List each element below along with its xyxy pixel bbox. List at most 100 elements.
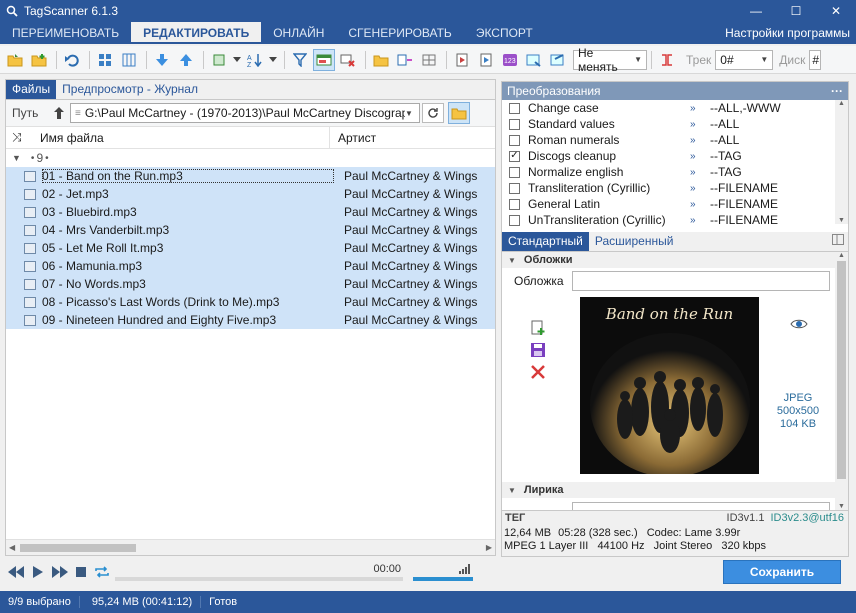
numbering-icon[interactable]: 123 (499, 49, 521, 71)
folder-icon[interactable] (370, 49, 392, 71)
image-import-icon[interactable] (523, 49, 545, 71)
editor-scrollbar[interactable]: ▲ ▼ (835, 252, 848, 510)
file-row[interactable]: 02 - Jet.mp3 Paul McCartney & Wings (6, 185, 495, 203)
scrollbar-thumb[interactable] (20, 544, 136, 552)
transform-item[interactable]: UnTransliteration (Cyrillic) » --FILENAME (502, 212, 848, 228)
undo-icon[interactable] (61, 49, 83, 71)
settings-link[interactable]: Настройки программы (725, 22, 856, 44)
transform-checkbox[interactable] (509, 134, 520, 146)
covers-section-header[interactable]: ▼ Обложки (502, 252, 848, 268)
add-cover-icon[interactable] (530, 320, 546, 339)
browse-folder-icon[interactable] (448, 102, 470, 124)
file-row[interactable]: 06 - Mamunia.mp3 Paul McCartney & Wings (6, 257, 495, 275)
export-file-icon[interactable] (475, 49, 497, 71)
transform-checkbox[interactable] (509, 198, 520, 210)
scrollbar-thumb[interactable] (837, 261, 846, 479)
transform-item[interactable]: Standard values » --ALL (502, 116, 848, 132)
chevron-down-icon[interactable] (268, 49, 278, 71)
volume-slider[interactable] (413, 563, 473, 583)
track-select[interactable]: 0# ▼ (715, 49, 774, 70)
file-row[interactable]: 01 - Band on the Run.mp3 Paul McCartney &… (6, 167, 495, 185)
open-folder-icon[interactable] (4, 49, 26, 71)
transform-item[interactable]: Transliteration (Cyrillic) » --FILENAME (502, 180, 848, 196)
tab-online[interactable]: ОНЛАЙН (261, 22, 336, 44)
play-file-icon[interactable] (451, 49, 473, 71)
file-row[interactable]: 04 - Mrs Vanderbilt.mp3 Paul McCartney & … (6, 221, 495, 239)
seek-bar[interactable]: 00:00 (115, 563, 403, 583)
transform-checkbox-checked[interactable]: ✓ (509, 150, 520, 162)
file-row[interactable]: 08 - Picasso's Last Words (Drink to Me).… (6, 293, 495, 311)
merge-icon[interactable] (656, 49, 678, 71)
tab-edit[interactable]: РЕДАКТИРОВАТЬ (131, 22, 262, 44)
file-row[interactable]: 05 - Let Me Roll It.mp3 Paul McCartney & … (6, 239, 495, 257)
tag-panel-toggle-icon[interactable] (313, 48, 335, 71)
tab-generate[interactable]: СГЕНЕРИРОВАТЬ (336, 22, 463, 44)
more-options-icon[interactable]: ··· (831, 84, 843, 98)
arrow-down-icon[interactable] (151, 49, 173, 71)
tag-version-v1[interactable]: ID3v1.1 (727, 512, 765, 524)
transform-item[interactable]: Normalize english » --TAG (502, 164, 848, 180)
select-icon[interactable] (208, 49, 230, 71)
transforms-scrollbar[interactable]: ▲ ▼ (835, 100, 848, 224)
file-row[interactable]: 07 - No Words.mp3 Paul McCartney & Wings (6, 275, 495, 293)
panel-layout-icon[interactable] (832, 234, 844, 248)
scroll-down-icon[interactable]: ▼ (835, 217, 848, 224)
save-button[interactable]: Сохранить (723, 560, 841, 584)
collapse-icon[interactable]: ▼ (12, 153, 21, 163)
mode-select[interactable]: Не менять ▼ (573, 46, 647, 74)
path-input[interactable]: ≡ G:\Paul McCartney - (1970-2013)\Paul M… (70, 103, 420, 123)
save-cover-icon[interactable] (530, 342, 546, 361)
tab-standard[interactable]: Стандартный (502, 232, 589, 251)
scroll-left-icon[interactable]: ◀ (9, 543, 15, 552)
tab-extended[interactable]: Расширенный (589, 232, 680, 251)
cover-description-input[interactable] (572, 271, 830, 291)
scroll-down-icon[interactable]: ▼ (835, 503, 848, 510)
columns-icon[interactable] (118, 49, 140, 71)
delete-cover-icon[interactable] (530, 364, 546, 383)
grid-view-icon[interactable] (94, 49, 116, 71)
transform-checkbox[interactable] (509, 214, 520, 226)
tab-preview-log[interactable]: Предпросмотр - Журнал (56, 80, 204, 99)
arrow-up-icon[interactable] (175, 49, 197, 71)
repeat-icon[interactable] (91, 565, 113, 581)
grid-icon[interactable] (418, 49, 440, 71)
eye-icon[interactable] (790, 318, 808, 333)
transform-checkbox[interactable] (509, 102, 520, 114)
chevron-down-icon[interactable]: ▼ (405, 109, 419, 118)
refresh-icon[interactable] (422, 103, 444, 123)
transform-checkbox[interactable] (509, 166, 520, 178)
transform-checkbox[interactable] (509, 118, 520, 130)
scroll-right-icon[interactable]: ▶ (486, 543, 492, 552)
image-export-icon[interactable] (547, 49, 569, 71)
filter-icon[interactable] (289, 49, 311, 71)
maximize-button[interactable]: ☐ (776, 0, 816, 22)
column-filename[interactable]: Имя файла (6, 126, 330, 149)
remove-tag-icon[interactable] (337, 49, 359, 71)
lyrics-input[interactable] (572, 502, 830, 510)
transform-item[interactable]: Roman numerals » --ALL (502, 132, 848, 148)
shuffle-icon[interactable]: ⤨ (12, 130, 22, 145)
transform-checkbox[interactable] (509, 182, 520, 194)
scroll-up-icon[interactable]: ▲ (835, 100, 848, 107)
add-folder-icon[interactable] (28, 49, 50, 71)
transform-item[interactable]: ✓ Discogs cleanup » --TAG (502, 148, 848, 164)
group-header[interactable]: ▼ • 9 • (6, 149, 495, 167)
transform-item[interactable]: Change case » --ALL,-WWW (502, 100, 848, 116)
fast-forward-icon[interactable] (49, 565, 71, 581)
arrow-up-icon[interactable] (48, 107, 70, 119)
close-button[interactable]: ✕ (816, 0, 856, 22)
chevron-down-icon[interactable] (232, 49, 242, 71)
disc-select[interactable]: # (809, 49, 822, 70)
tab-files[interactable]: Файлы (6, 80, 57, 99)
tag-to-folder-icon[interactable] (394, 49, 416, 71)
transform-item[interactable]: General Latin » --FILENAME (502, 196, 848, 212)
tag-version-v2[interactable]: ID3v2.3@utf16 (770, 512, 844, 524)
tab-export[interactable]: ЭКСПОРТ (464, 22, 545, 44)
horizontal-scrollbar[interactable]: ◀ ▶ (6, 539, 495, 555)
album-cover-image[interactable]: Band on the Run (580, 297, 759, 474)
file-row[interactable]: 03 - Bluebird.mp3 Paul McCartney & Wings (6, 203, 495, 221)
scroll-up-icon[interactable]: ▲ (835, 252, 848, 259)
rewind-icon[interactable] (5, 565, 27, 581)
sort-icon[interactable]: AZ (244, 49, 266, 71)
lyrics-section-header[interactable]: ▼ Лирика (502, 482, 848, 498)
